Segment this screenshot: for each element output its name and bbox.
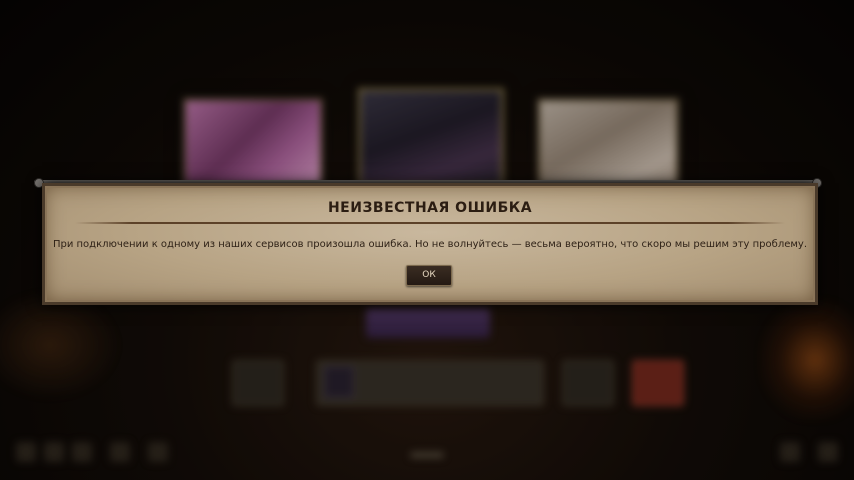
dialog-title: НЕИЗВЕСТНАЯ ОШИБКА: [327, 200, 533, 216]
error-dialog: НЕИЗВЕСТНАЯ ОШИБКА При подключении к одн…: [42, 183, 818, 305]
game-screen: НЕИЗВЕСТНАЯ ОШИБКА При подключении к одн…: [0, 0, 854, 480]
ok-button[interactable]: ОК: [406, 265, 452, 286]
dialog-message: При подключении к одному из наших сервис…: [52, 239, 808, 250]
title-divider: [75, 222, 785, 224]
